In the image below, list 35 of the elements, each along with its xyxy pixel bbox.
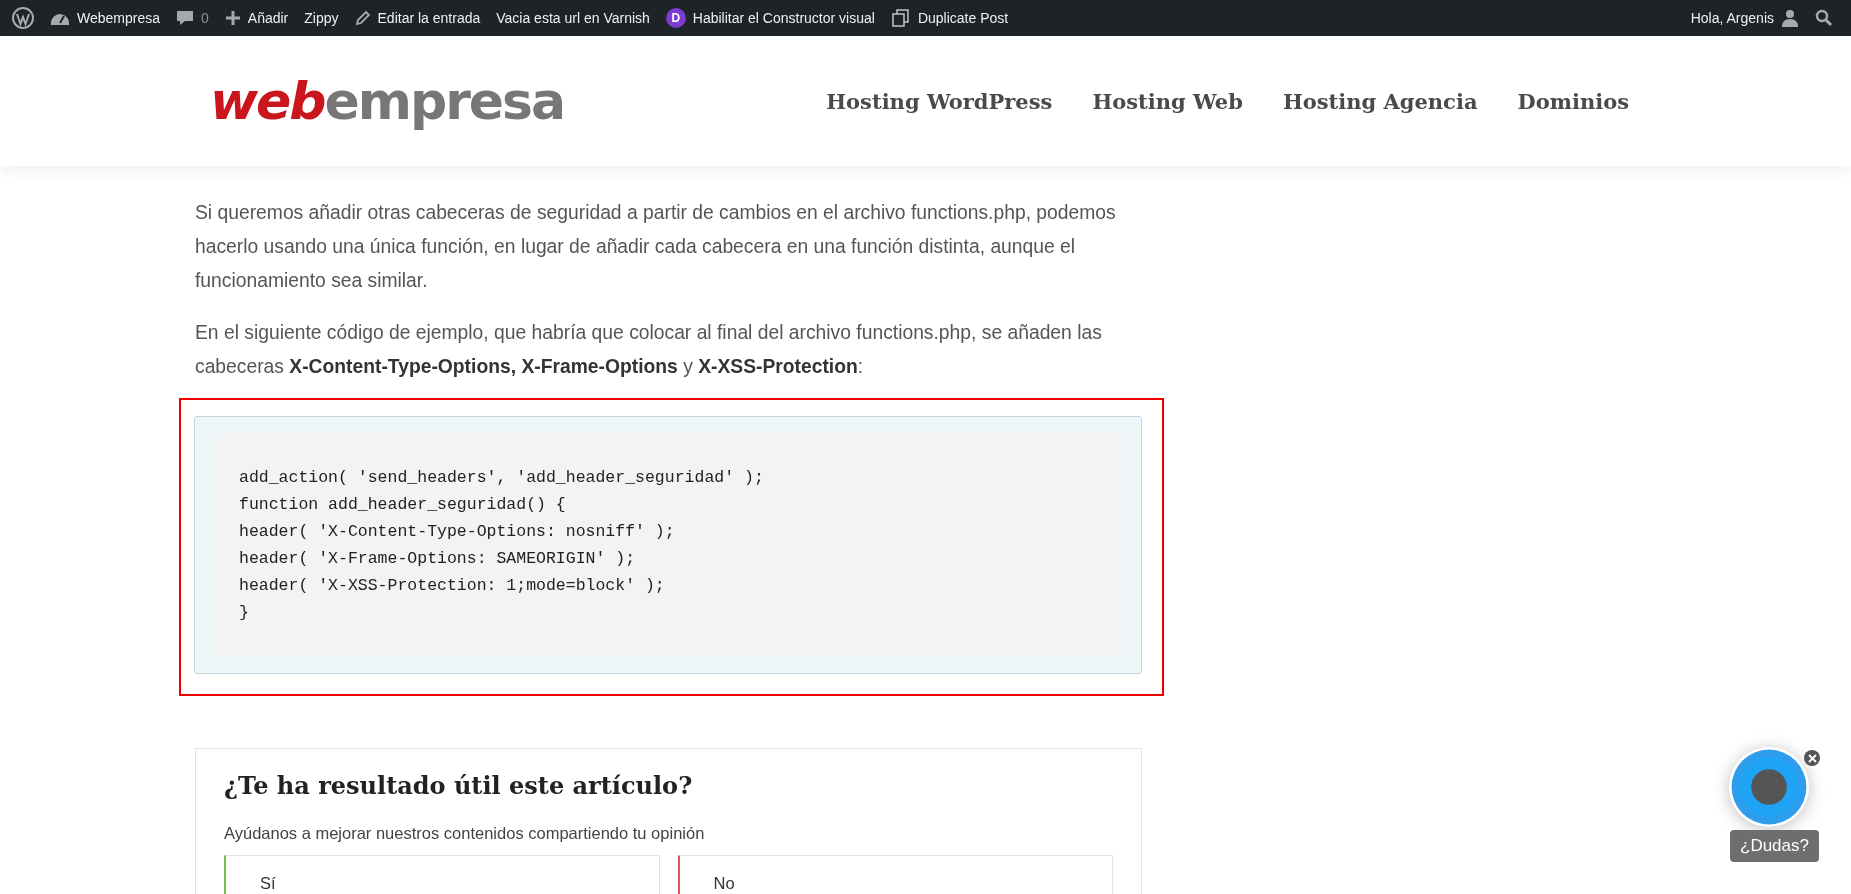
code-line: function add_header_seguridad() { [239,494,566,516]
admin-bar-link[interactable]: 0 [176,9,209,27]
paragraph: Si queremos añadir otras cabeceras de seguridad a partir de cambios en el archivo functions.php, podemos hacerlo usando una única función, en lugar de añadir cada cabecera en una función distinta, aunque el funcionamiento sea similar. [195,201,1117,293]
paragraph: En el siguiente código de ejemplo, que habría que colocar al final del archivo functions.php, se añaden las cabeceras X-Content-Type-Options, X-Frame-Options y X-XSS-Protection: [195,321,1103,379]
nav-link[interactable]: Dominios [1517,88,1629,114]
copy-icon [890,8,911,28]
code-line: header( 'X-XSS-Protection: 1;mode=block' ); [239,575,665,597]
feedback-option-button[interactable]: Sí [224,855,660,894]
admin-bar-link[interactable]: Vacia esta url en Varnish [496,10,650,26]
nav-link[interactable]: Hosting WordPress [826,88,1053,114]
admin-bar-link[interactable]: Zippy [304,10,339,26]
account-link[interactable]: Hola, Argenis [1690,9,1799,27]
code-line: } [239,602,249,624]
chat-label[interactable]: ¿Dudas? [1730,830,1819,862]
pencil-icon [354,10,371,26]
search-icon[interactable] [1815,9,1833,27]
nav-link[interactable]: Hosting Agencia [1282,88,1478,114]
divi-badge: D [665,8,686,28]
feedback-option-button[interactable]: No [677,855,1113,894]
admin-bar-link[interactable]: Añadir [224,10,289,26]
feedback-subtitle: Ayúdanos a mejorar nuestros contenidos compartiendo tu opinión [224,824,706,843]
code-line: header( 'X-Frame-Options: SAMEORIGIN' ); [239,548,636,570]
admin-bar-link[interactable]: D Habilitar el Constructor visual [665,8,875,28]
user-icon [1781,9,1799,27]
feedback-title: ¿Te ha resultado útil este artículo? [224,771,694,800]
wordpress-logo-icon[interactable] [12,7,34,29]
admin-bar-link[interactable]: Webempresa [50,9,160,27]
code-line: add_action( 'send_headers', 'add_header_seguridad' ); [239,467,764,489]
close-icon[interactable] [1804,750,1820,766]
nav-link[interactable]: Hosting Web [1092,88,1243,114]
plus-icon [224,10,241,26]
comment-icon [176,9,194,27]
admin-bar-link[interactable]: Duplicate Post [890,8,1009,28]
code-line: header( 'X-Content-Type-Options: nosniff' ); [239,521,675,543]
admin-bar-link[interactable]: Editar la entrada [354,10,481,26]
